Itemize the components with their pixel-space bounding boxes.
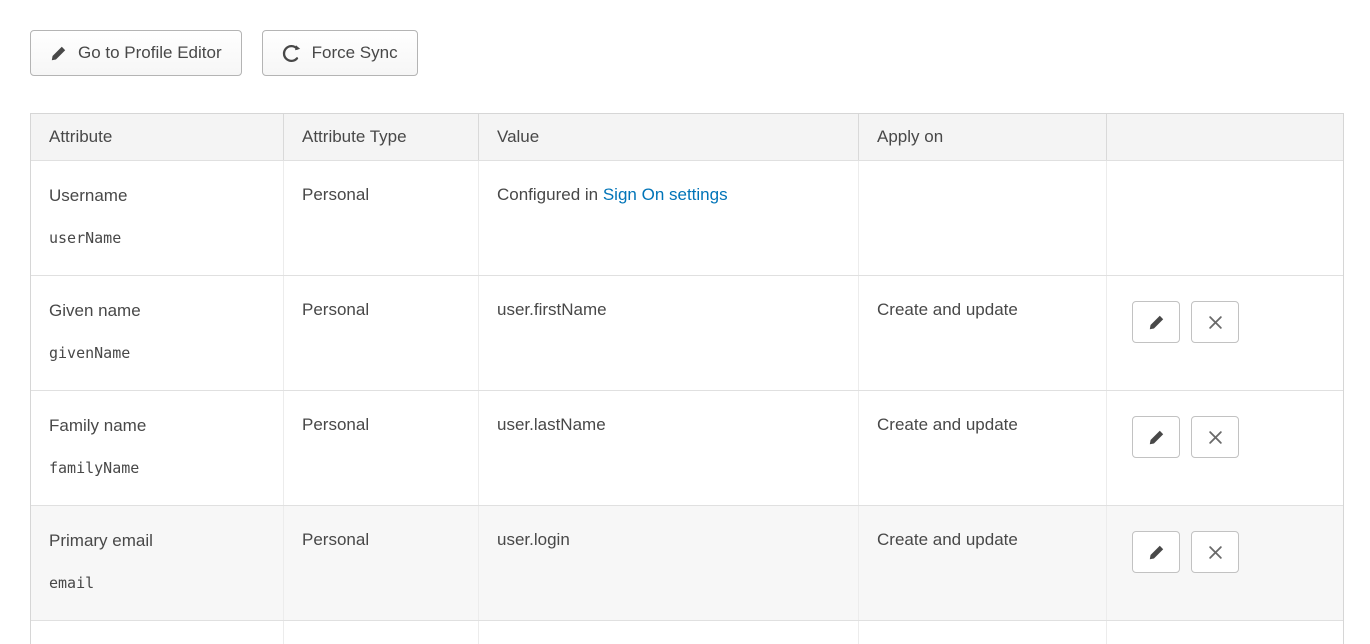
header-apply-on: Apply on [858,114,1106,160]
header-attribute: Attribute [31,114,283,160]
attribute-label: Given name [49,300,265,322]
apply-on-cell: Create and update [858,391,1106,505]
apply-on-cell [858,161,1106,275]
table-row-username: Username userName Personal Configured in… [31,160,1343,275]
attribute-type-cell: Personal [283,391,478,505]
apply-on-cell: Create and update [858,276,1106,390]
attribute-label: Username [49,185,265,207]
toolbar: Go to Profile Editor Force Sync [30,30,1370,76]
attribute-type-cell: Personal [283,506,478,620]
pencil-icon [1148,429,1165,446]
value-cell: user.lastName [478,391,858,505]
remove-attribute-button[interactable] [1191,301,1239,343]
header-actions [1106,114,1343,160]
remove-attribute-button[interactable] [1191,531,1239,573]
pencil-icon [1148,544,1165,561]
close-icon [1208,545,1223,560]
attribute-variable-name: userName [49,229,265,247]
actions-cell [1106,391,1343,505]
attribute-mapping-page: Go to Profile Editor Force Sync Attribut… [0,0,1370,644]
value-text: Configured in [497,185,603,204]
go-to-profile-editor-label: Go to Profile Editor [78,43,222,63]
attribute-type-cell: Personal [283,276,478,390]
attribute-type-cell: Personal [283,161,478,275]
attribute-label: Family name [49,415,265,437]
close-icon [1208,315,1223,330]
table-row-family-name: Family name familyName Personal user.las… [31,390,1343,505]
table-row-partial [31,620,1343,644]
actions-cell [1106,506,1343,620]
header-attribute-type: Attribute Type [283,114,478,160]
attribute-variable-name: familyName [49,459,265,477]
actions-cell [1106,276,1343,390]
header-value: Value [478,114,858,160]
attribute-variable-name: givenName [49,344,265,362]
go-to-profile-editor-button[interactable]: Go to Profile Editor [30,30,242,76]
force-sync-label: Force Sync [312,43,398,63]
table-header-row: Attribute Attribute Type Value Apply on [31,114,1343,160]
force-sync-button[interactable]: Force Sync [262,30,418,76]
attribute-label: Primary email [49,530,265,552]
edit-attribute-button[interactable] [1132,301,1180,343]
attribute-cell: Primary email email [31,506,283,620]
sign-on-settings-link[interactable]: Sign On settings [603,185,728,204]
refresh-icon [282,44,301,63]
edit-attribute-button[interactable] [1132,416,1180,458]
attribute-variable-name: email [49,574,265,592]
table-row-given-name: Given name givenName Personal user.first… [31,275,1343,390]
table-row-primary-email: Primary email email Personal user.login … [31,505,1343,620]
attribute-cell: Family name familyName [31,391,283,505]
pencil-icon [50,45,67,62]
pencil-icon [1148,314,1165,331]
actions-cell [1106,161,1343,275]
value-cell: Configured in Sign On settings [478,161,858,275]
attribute-cell: Username userName [31,161,283,275]
value-cell: user.firstName [478,276,858,390]
edit-attribute-button[interactable] [1132,531,1180,573]
close-icon [1208,430,1223,445]
value-cell: user.login [478,506,858,620]
remove-attribute-button[interactable] [1191,416,1239,458]
apply-on-cell: Create and update [858,506,1106,620]
attribute-cell: Given name givenName [31,276,283,390]
attribute-mappings-table: Attribute Attribute Type Value Apply on … [30,113,1344,644]
